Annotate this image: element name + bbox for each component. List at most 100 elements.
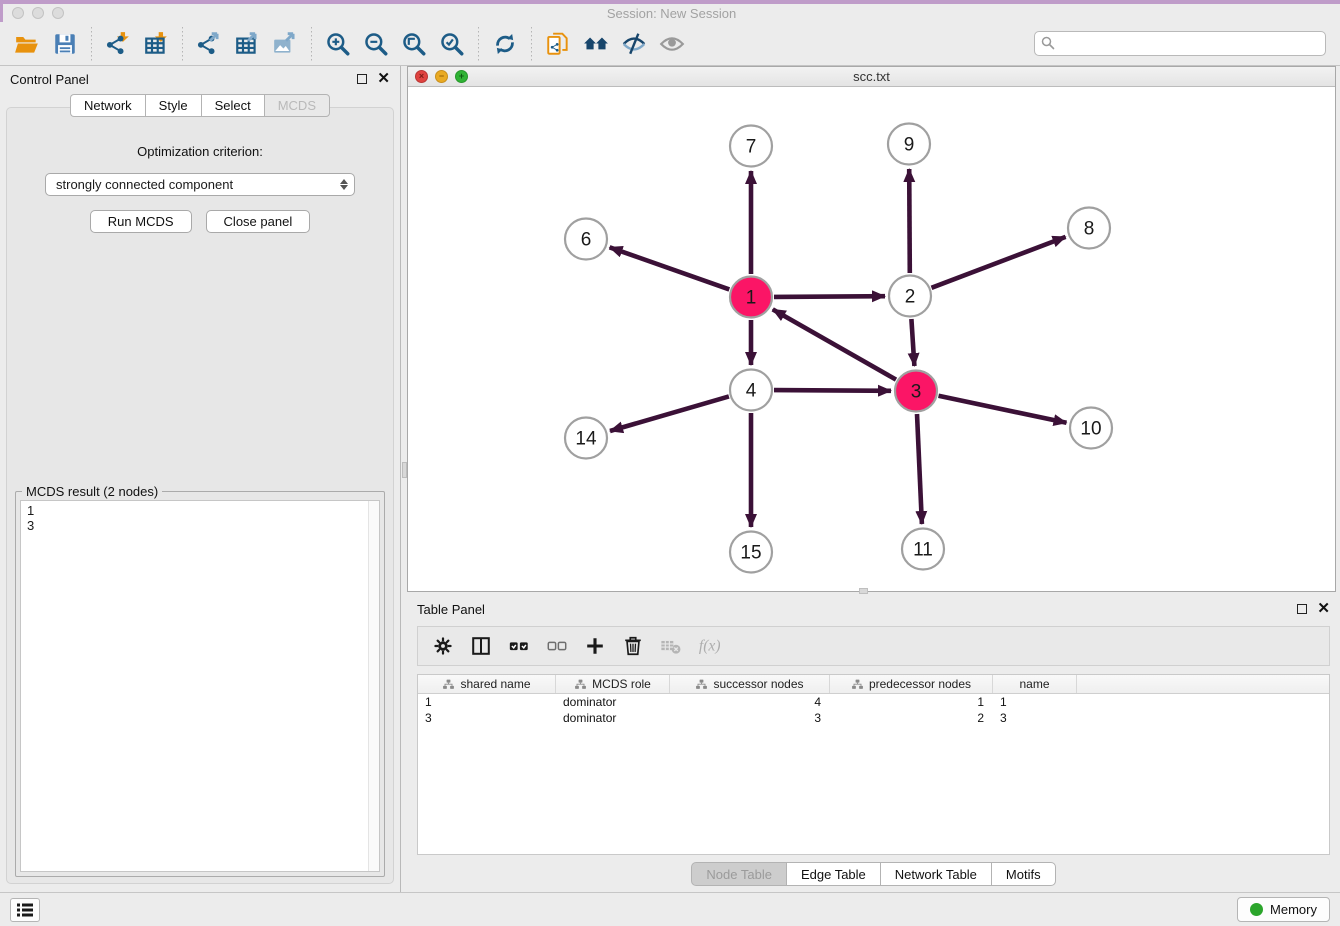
graph-node-14[interactable]: 14 (565, 418, 607, 459)
zoom-fit-icon (401, 31, 427, 57)
graph-edge-4-14[interactable] (610, 396, 729, 431)
graph-edge-2-8[interactable] (932, 237, 1066, 288)
zoom-selected-button[interactable] (433, 26, 471, 62)
zoom-in-button[interactable] (319, 26, 357, 62)
vertical-splitter[interactable] (400, 66, 407, 892)
graph-edge-2-9[interactable] (909, 169, 910, 273)
column-header-successor-nodes[interactable]: successor nodes (670, 675, 830, 693)
graph-node-2[interactable]: 2 (889, 276, 931, 317)
graph-edge-3-11[interactable] (917, 414, 922, 524)
save-session-button[interactable] (46, 26, 84, 62)
graph-edge-2-3[interactable] (911, 319, 914, 366)
tab-motifs[interactable]: Motifs (991, 862, 1056, 886)
column-header-label: predecessor nodes (869, 677, 971, 691)
table-cell: 1 (830, 694, 993, 710)
optimization-criterion-label: Optimization criterion: (7, 144, 393, 159)
graph-node-label: 7 (746, 137, 757, 158)
add-column-button[interactable] (578, 629, 612, 663)
graph-node-1[interactable]: 1 (730, 277, 772, 318)
import-network-button[interactable] (99, 26, 137, 62)
export-table-icon (234, 31, 260, 57)
table-delete-icon (660, 635, 682, 657)
horizontal-splitter-handle[interactable] (859, 588, 868, 594)
node-table-body: 1dominator4113dominator323 (418, 694, 1329, 726)
mcds-result-text[interactable]: 1 3 (20, 500, 380, 872)
toolbar-separator (91, 27, 92, 61)
network-graph-canvas[interactable]: 7 9 6 8 1 2 4 3 14 10 15 11 (408, 87, 1333, 591)
refresh-button[interactable] (486, 26, 524, 62)
graph-node-8[interactable]: 8 (1068, 208, 1110, 249)
tab-network-table[interactable]: Network Table (880, 862, 991, 886)
home-button[interactable] (577, 26, 615, 62)
control-panel-tabs: NetworkStyleSelectMCDS (0, 94, 400, 117)
graph-node-11[interactable]: 11 (902, 529, 944, 570)
table-row[interactable]: 3dominator323 (418, 710, 1329, 726)
network-minimize-button[interactable]: − (435, 70, 448, 83)
column-chooser-button[interactable] (464, 629, 498, 663)
table-settings-button[interactable] (426, 629, 460, 663)
memory-button[interactable]: Memory (1237, 897, 1330, 922)
zoom-out-icon (363, 31, 389, 57)
network-maximize-button[interactable]: + (455, 70, 468, 83)
tab-style[interactable]: Style (145, 94, 201, 117)
hide-annotations-button[interactable] (615, 26, 653, 62)
tab-select[interactable]: Select (201, 94, 264, 117)
task-history-button[interactable] (10, 898, 40, 922)
tab-mcds[interactable]: MCDS (264, 94, 330, 117)
column-header-shared-name[interactable]: shared name (418, 675, 556, 693)
tab-network[interactable]: Network (70, 94, 145, 117)
import-table-button[interactable] (137, 26, 175, 62)
graph-node-7[interactable]: 7 (730, 126, 772, 167)
graph-edge-4-3[interactable] (774, 390, 891, 391)
graph-node-4[interactable]: 4 (730, 370, 772, 411)
control-panel: Control Panel ✕ NetworkStyleSelectMCDS O… (0, 66, 400, 892)
toolbar-group (486, 26, 524, 62)
close-table-panel-icon[interactable]: ✕ (1317, 604, 1330, 614)
show-view-button[interactable] (653, 26, 691, 62)
export-image-button[interactable] (266, 26, 304, 62)
graph-edge-3-1[interactable] (773, 309, 896, 379)
column-header-name[interactable]: name (993, 675, 1077, 693)
tab-edge-table[interactable]: Edge Table (786, 862, 880, 886)
column-type-icon (851, 678, 864, 691)
graph-node-3[interactable]: 3 (895, 371, 937, 412)
column-header-predecessor-nodes[interactable]: predecessor nodes (830, 675, 993, 693)
export-network-button[interactable] (190, 26, 228, 62)
table-panel-header: Table Panel ✕ (407, 596, 1340, 622)
close-panel-button[interactable]: Close panel (206, 210, 311, 233)
table-cell: dominator (556, 710, 670, 726)
graph-edge-3-10[interactable] (939, 396, 1067, 423)
graph-node-label: 2 (905, 287, 916, 308)
network-close-button[interactable]: × (415, 70, 428, 83)
select-all-rows-button[interactable] (502, 629, 536, 663)
graph-edge-1-6[interactable] (610, 247, 730, 289)
float-table-panel-icon[interactable] (1297, 604, 1307, 614)
graph-node-6[interactable]: 6 (565, 219, 607, 260)
run-mcds-button[interactable]: Run MCDS (90, 210, 192, 233)
vertical-splitter-handle[interactable] (402, 462, 407, 478)
titlebar: Session: New Session (0, 4, 1340, 22)
close-panel-icon[interactable]: ✕ (377, 74, 390, 84)
graph-node-15[interactable]: 15 (730, 532, 772, 573)
zoom-fit-button[interactable] (395, 26, 433, 62)
export-table-button[interactable] (228, 26, 266, 62)
tab-node-table[interactable]: Node Table (691, 862, 786, 886)
delete-column-button[interactable] (616, 629, 650, 663)
criterion-select[interactable]: strongly connected component (45, 173, 355, 196)
deselect-all-rows-button[interactable] (540, 629, 574, 663)
zoom-out-button[interactable] (357, 26, 395, 62)
table-cell: dominator (556, 694, 670, 710)
result-scrollbar[interactable] (368, 501, 379, 871)
search-input[interactable] (1034, 31, 1326, 56)
graph-edge-1-2[interactable] (774, 296, 885, 297)
select-all-icon (508, 635, 530, 657)
column-header-MCDS-role[interactable]: MCDS role (556, 675, 670, 693)
graph-node-9[interactable]: 9 (888, 124, 930, 165)
open-session-button[interactable] (8, 26, 46, 62)
memory-label: Memory (1270, 902, 1317, 917)
horizontal-splitter[interactable] (407, 592, 1340, 596)
float-panel-icon[interactable] (357, 74, 367, 84)
copy-view-button[interactable] (539, 26, 577, 62)
graph-node-10[interactable]: 10 (1070, 408, 1112, 449)
table-row[interactable]: 1dominator411 (418, 694, 1329, 710)
